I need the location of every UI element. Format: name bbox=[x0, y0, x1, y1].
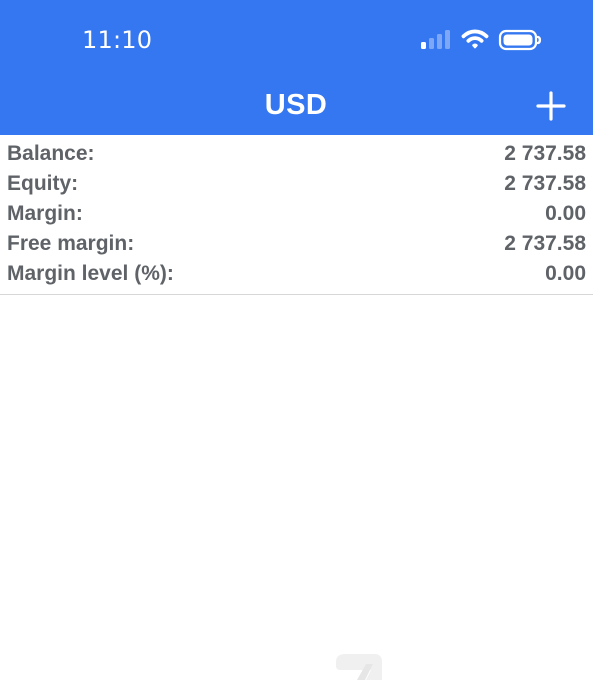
equity-label: Equity: bbox=[7, 172, 79, 195]
margin-level-value: 0.00 bbox=[545, 262, 586, 285]
top-bar: 11:10 USD bbox=[0, 0, 593, 135]
margin-value: 0.00 bbox=[545, 202, 586, 225]
summary-row-balance: Balance: 2 737.58 bbox=[0, 139, 593, 169]
summary-row-equity: Equity: 2 737.58 bbox=[0, 169, 593, 199]
balance-label: Balance: bbox=[7, 142, 95, 165]
summary-row-free-margin: Free margin: 2 737.58 bbox=[0, 229, 593, 259]
free-margin-value: 2 737.58 bbox=[504, 232, 586, 255]
plus-icon bbox=[536, 91, 566, 121]
wifi-icon bbox=[461, 29, 489, 49]
mobile-screen: 11:10 USD Balance: 2 737.58 Equity: 2 73… bbox=[0, 0, 593, 680]
add-button[interactable] bbox=[533, 88, 569, 124]
status-time: 11:10 bbox=[82, 26, 153, 54]
battery-icon bbox=[498, 29, 542, 51]
brand-logo-icon bbox=[336, 654, 382, 680]
margin-label: Margin: bbox=[7, 202, 83, 225]
page-title: USD bbox=[264, 89, 328, 121]
margin-level-label: Margin level (%): bbox=[7, 262, 174, 285]
free-margin-label: Free margin: bbox=[7, 232, 135, 255]
balance-value: 2 737.58 bbox=[504, 142, 586, 165]
equity-value: 2 737.58 bbox=[504, 172, 586, 195]
summary-row-margin: Margin: 0.00 bbox=[0, 199, 593, 229]
signal-icon bbox=[421, 30, 450, 49]
summary-row-margin-level: Margin level (%): 0.00 bbox=[0, 259, 593, 289]
account-summary: Balance: 2 737.58 Equity: 2 737.58 Margi… bbox=[0, 135, 593, 295]
